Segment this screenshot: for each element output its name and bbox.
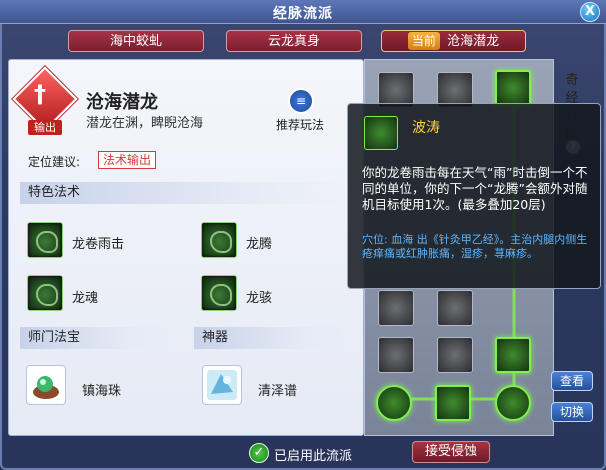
meridian-node[interactable] <box>376 385 412 421</box>
artifact-label: 清泽谱 <box>258 384 298 399</box>
pearl-icon[interactable] <box>26 365 66 405</box>
sword-icon: † <box>34 80 46 108</box>
style-name: 沧海潜龙 <box>86 92 158 113</box>
section-artifact: 神器 <box>194 327 354 349</box>
check-icon: ✓ <box>249 443 269 463</box>
meridian-node[interactable] <box>495 70 531 106</box>
meridian-node[interactable] <box>437 290 473 326</box>
tooltip-description: 你的龙卷雨击每在天气“雨”时击倒一个不同的单位，你的下一个“龙腾”会额外对随机目… <box>362 165 588 212</box>
title-bar: 经脉流派 X <box>0 0 606 24</box>
skill-icon-longhun[interactable] <box>27 275 63 311</box>
tooltip-skill-icon <box>364 116 398 150</box>
skill-label: 龙魂 <box>72 291 99 306</box>
role-label: 输出 <box>28 120 62 135</box>
accept-erosion-button[interactable]: 接受侵蚀 <box>412 441 490 463</box>
skill-label: 龙骇 <box>246 291 273 306</box>
skill-icon-longhai[interactable] <box>201 275 237 311</box>
skill-label: 龙卷雨击 <box>72 237 125 252</box>
tab-haizhongjiaoqiu[interactable]: 海中蛟虬 <box>68 30 204 52</box>
meridian-node[interactable] <box>435 385 471 421</box>
tab-label: 沧海潜龙 <box>447 34 500 49</box>
scroll-icon[interactable] <box>202 365 242 405</box>
meridian-node[interactable] <box>378 337 414 373</box>
tooltip-note: 穴位: 血海 出《针灸甲乙经》。主治内腿内侧生疮痒痛或红肿胀痛，湿疹，荨麻疹。 <box>362 233 588 260</box>
meridian-node[interactable] <box>378 290 414 326</box>
treasure-label: 镇海珠 <box>82 384 122 399</box>
meridian-node[interactable] <box>437 337 473 373</box>
position-label: 定位建议: <box>28 155 81 169</box>
meridian-node[interactable] <box>495 337 531 373</box>
current-tag: 当前 <box>407 32 440 50</box>
tooltip-skill-name: 波涛 <box>412 120 440 136</box>
skill-label: 龙腾 <box>246 237 273 252</box>
switch-button[interactable]: 切换 <box>551 402 593 422</box>
tab-canghaiqianlong[interactable]: 当前 沧海潜龙 <box>381 30 526 52</box>
tab-label: 海中蛟虬 <box>109 34 162 49</box>
enabled-status: 已启用此流派 <box>274 449 353 464</box>
section-special-skills: 特色法术 <box>20 182 352 204</box>
skill-icon-longteng[interactable] <box>201 222 237 258</box>
close-button[interactable]: X <box>580 2 600 22</box>
book-icon[interactable]: ≡ <box>288 88 314 114</box>
section-treasure: 师门法宝 <box>20 327 180 349</box>
style-description: 潜龙在渊，睥睨沧海 <box>86 116 204 131</box>
skill-icon-longjuanyuji[interactable] <box>27 222 63 258</box>
position-badge: 法术输出 <box>98 151 157 169</box>
window-title: 经脉流派 <box>273 6 333 22</box>
meridian-node[interactable] <box>495 385 531 421</box>
tab-yunlongzhenshen[interactable]: 云龙真身 <box>226 30 362 52</box>
view-button[interactable]: 查看 <box>551 371 593 391</box>
tab-label: 云龙真身 <box>267 34 320 49</box>
recommend-guide-button[interactable]: 推荐玩法 <box>276 116 324 133</box>
